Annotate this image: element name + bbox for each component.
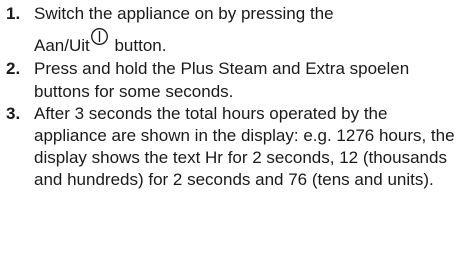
instruction-list: 1. Switch the appliance on by pressing t…	[6, 3, 464, 192]
step-text-end: button.	[109, 36, 167, 56]
button-name: Aan/Uit	[34, 36, 90, 56]
list-item: 3. After 3 seconds the total hours opera…	[6, 103, 464, 192]
step-number: 3.	[6, 103, 21, 123]
list-item: 1. Switch the appliance on by pressing t…	[6, 3, 464, 57]
step-number: 1.	[6, 4, 21, 23]
step-text: After 3 seconds the total hours operated…	[34, 103, 455, 190]
step-text-continued: Aan/Uit button.	[34, 25, 464, 57]
power-icon	[90, 27, 109, 46]
step-number: 2.	[6, 59, 21, 79]
list-item: 2. Press and hold the Plus Steam and Ext…	[6, 58, 464, 102]
step-text: Press and hold the Plus Steam and Extra …	[34, 59, 410, 101]
step-text: Switch the appliance on by pressing the	[34, 4, 334, 23]
